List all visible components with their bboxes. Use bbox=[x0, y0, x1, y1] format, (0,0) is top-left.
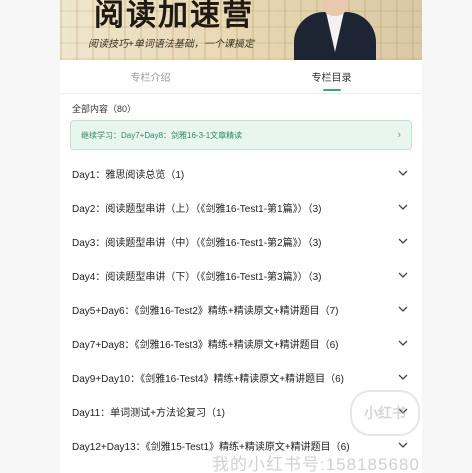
chevron-down-icon bbox=[396, 200, 410, 214]
chevron-down-icon bbox=[396, 370, 410, 384]
chapter-item[interactable]: Day1：雅思阅读总览（1) bbox=[60, 156, 422, 190]
banner-title: 阅读加速营 bbox=[94, 0, 254, 33]
chevron-down-icon bbox=[396, 234, 410, 248]
chevron-down-icon bbox=[396, 302, 410, 316]
tab-intro[interactable]: 专栏介绍 bbox=[60, 60, 241, 93]
instructor-photo bbox=[288, 0, 384, 60]
chapter-label: Day4：阅读题型串讲（下）（《剑雅16-Test1-第3篇》）（3) bbox=[72, 271, 322, 283]
chapter-label: Day7+Day8：《剑雅16-Test3》精练+精读原文+精讲题目（6) bbox=[72, 339, 339, 351]
chapter-item[interactable]: Day4：阅读题型串讲（下）（《剑雅16-Test1-第3篇》）（3) bbox=[60, 258, 422, 292]
watermark-logo: 小红书 bbox=[350, 390, 420, 436]
chapter-label: Day9+Day10：《剑雅16-Test4》精练+精读原文+精讲题目（6) bbox=[72, 373, 345, 385]
chapter-item[interactable]: Day7+Day8：《剑雅16-Test3》精练+精读原文+精讲题目（6) bbox=[60, 326, 422, 360]
chapter-label: Day5+Day6：《剑雅16-Test2》精练+精读原文+精讲题目（7) bbox=[72, 305, 339, 317]
continue-learning-button[interactable]: 继续学习：Day7+Day8：剑雅16-3-1文章精读 › bbox=[70, 120, 412, 150]
chapter-item[interactable]: Day9+Day10：《剑雅16-Test4》精练+精读原文+精讲题目（6) bbox=[60, 360, 422, 394]
chapter-item[interactable]: Day3：阅读题型串讲（中）（《剑雅16-Test1-第2篇》）（3) bbox=[60, 224, 422, 258]
right-backdrop bbox=[422, 0, 472, 473]
tab-bar: 专栏介绍 专栏目录 bbox=[60, 60, 422, 94]
chapter-label: Day11：单词测试+方法论复习（1) bbox=[72, 407, 225, 419]
banner-subtitle: 阅读技巧+单词语法基础，一个课搞定 bbox=[88, 39, 254, 50]
chapter-label: Day2：阅读题型串讲（上）（《剑雅16-Test1-第1篇》）（3) bbox=[72, 203, 322, 215]
chevron-right-icon: › bbox=[397, 129, 401, 141]
course-banner: 阅读加速营 阅读技巧+单词语法基础，一个课搞定 bbox=[60, 0, 422, 60]
chapter-label: Day3：阅读题型串讲（中）（《剑雅16-Test1-第2篇》）（3) bbox=[72, 237, 322, 249]
chapter-label: Day1：雅思阅读总览（1) bbox=[72, 169, 185, 181]
tab-catalog[interactable]: 专栏目录 bbox=[241, 60, 422, 93]
continue-learning-label: 继续学习：Day7+Day8：剑雅16-3-1文章精读 bbox=[81, 130, 243, 140]
chevron-down-icon bbox=[396, 166, 410, 180]
chapter-item[interactable]: Day2：阅读题型串讲（上）（《剑雅16-Test1-第1篇》）（3) bbox=[60, 190, 422, 224]
chevron-down-icon bbox=[396, 336, 410, 350]
left-backdrop bbox=[0, 0, 60, 473]
content-count: 全部内容（80） bbox=[72, 104, 137, 114]
chapter-item[interactable]: Day5+Day6：《剑雅16-Test2》精练+精读原文+精讲题目（7) bbox=[60, 292, 422, 326]
watermark-text: 我的小红书号:158185680 bbox=[212, 455, 420, 473]
chevron-down-icon bbox=[396, 268, 410, 282]
